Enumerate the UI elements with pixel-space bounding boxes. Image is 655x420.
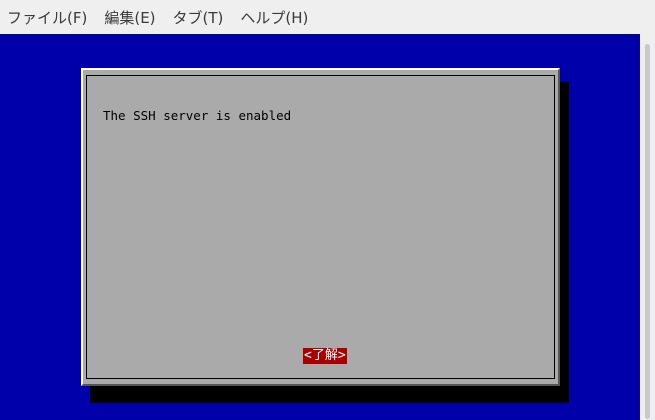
dialog-message: The SSH server is enabled xyxy=(103,108,292,123)
scrollbar-thumb[interactable] xyxy=(645,44,650,419)
menu-edit[interactable]: 編集(E) xyxy=(104,7,155,28)
menu-tab[interactable]: タブ(T) xyxy=(173,7,224,28)
menu-bar: ファイル(F) 編集(E) タブ(T) ヘルプ(H) xyxy=(0,0,655,34)
message-dialog: The SSH server is enabled <了解> xyxy=(81,68,560,386)
menu-file[interactable]: ファイル(F) xyxy=(7,7,87,28)
menu-help[interactable]: ヘルプ(H) xyxy=(240,7,308,28)
scrollbar[interactable] xyxy=(640,34,655,420)
dialog-frame: The SSH server is enabled <了解> xyxy=(86,75,555,379)
ok-button[interactable]: <了解> xyxy=(303,348,347,364)
